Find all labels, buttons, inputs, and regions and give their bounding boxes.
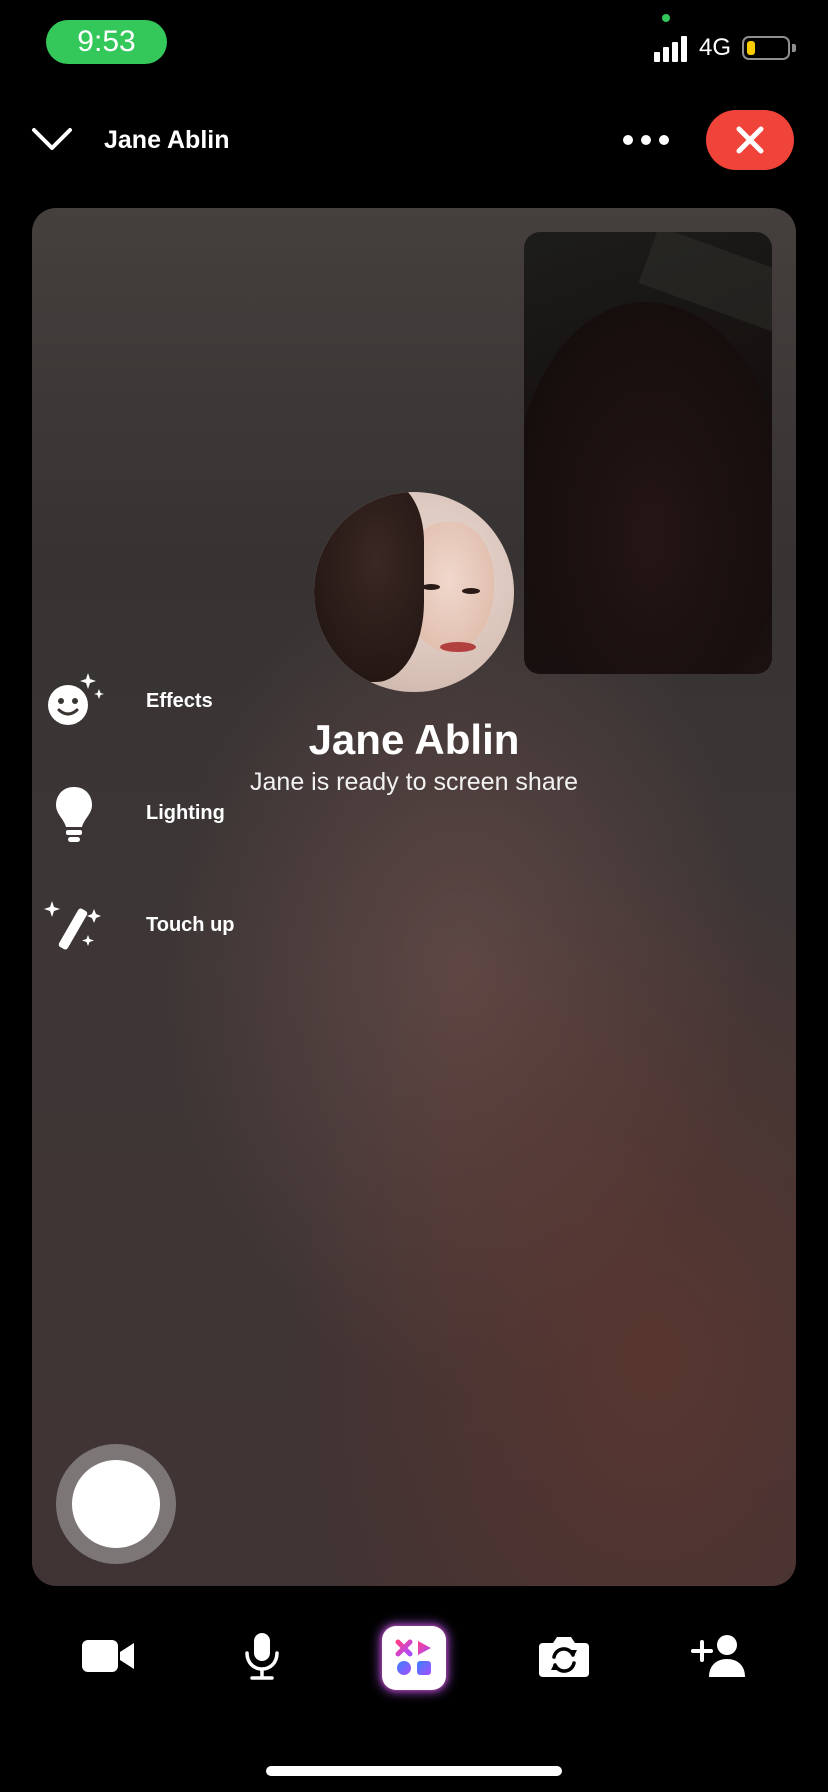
battery-cap [792, 44, 796, 52]
capture-button[interactable] [56, 1444, 176, 1564]
network-type: 4G [699, 34, 732, 61]
chevron-down-icon[interactable] [30, 122, 74, 158]
magic-wand-icon [42, 893, 106, 957]
home-indicator[interactable] [266, 1766, 562, 1776]
flip-camera-icon [539, 1637, 589, 1677]
capture-button-inner [72, 1460, 160, 1548]
video-camera-icon [82, 1640, 134, 1672]
add-person-icon [691, 1635, 745, 1677]
video-toggle-button[interactable] [70, 1618, 146, 1694]
battery-icon [742, 36, 790, 60]
status-time: 9:53 [46, 20, 167, 64]
battery-level [747, 41, 755, 55]
lighting-button[interactable]: Lighting [42, 778, 302, 848]
smiley-sparkle-icon [42, 669, 106, 733]
camera-in-use-indicator [662, 14, 670, 22]
tool-label: Touch up [146, 913, 235, 936]
tool-label: Effects [146, 689, 213, 712]
add-person-button[interactable] [680, 1618, 756, 1694]
apps-button[interactable] [382, 1626, 446, 1690]
status-bar: 9:53 4G [0, 0, 828, 90]
microphone-icon [245, 1633, 279, 1680]
close-icon [736, 126, 764, 154]
effects-button[interactable]: Effects [42, 666, 302, 736]
touch-up-button[interactable]: Touch up [42, 890, 302, 960]
flip-camera-button[interactable] [526, 1618, 602, 1694]
signal-icon [654, 36, 687, 62]
microphone-button[interactable] [224, 1618, 300, 1694]
lightbulb-icon [42, 781, 106, 845]
self-view-video[interactable] [524, 232, 772, 674]
end-call-button[interactable] [706, 110, 794, 170]
call-header: Jane Ablin [0, 100, 828, 180]
caller-avatar [314, 492, 514, 692]
more-icon[interactable] [618, 120, 674, 160]
apps-icon [395, 1639, 431, 1675]
call-view: Jane Ablin Jane is ready to screen share… [32, 208, 796, 1586]
tool-label: Lighting [146, 801, 225, 824]
header-caller-name: Jane Ablin [104, 126, 230, 154]
call-toolbar [0, 1610, 828, 1710]
